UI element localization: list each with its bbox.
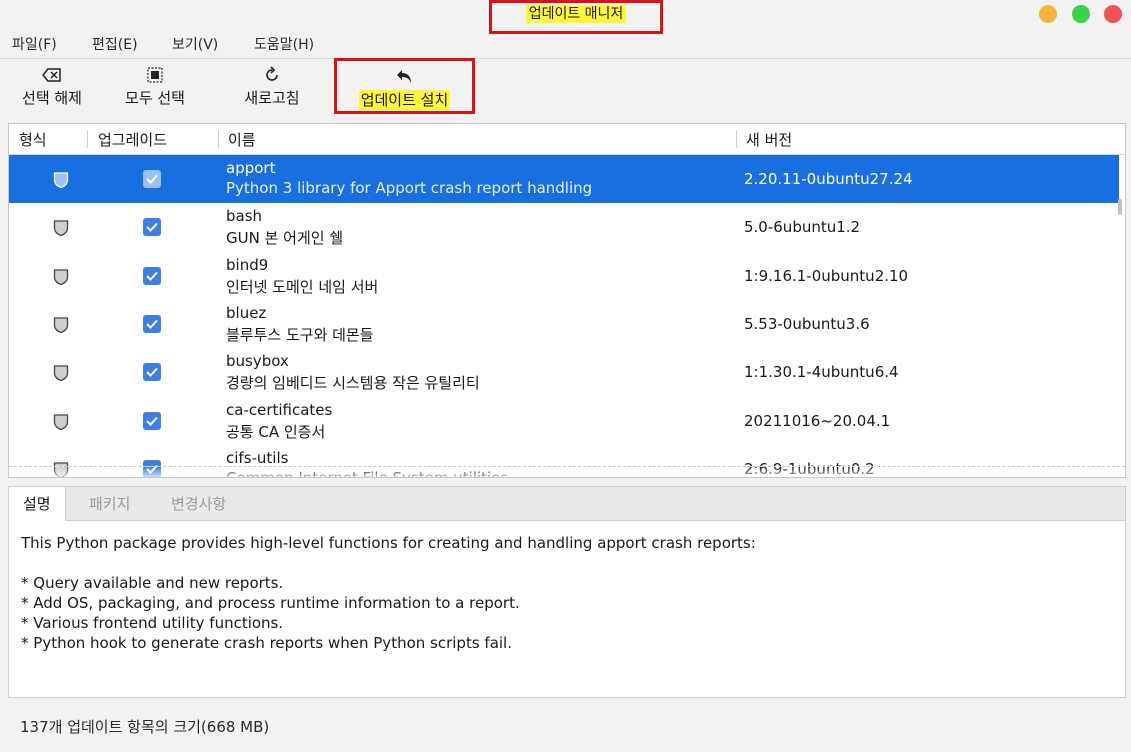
deselect-button[interactable]: 선택 해제	[14, 59, 90, 115]
upgrade-checkbox[interactable]	[143, 170, 161, 188]
refresh-icon	[263, 62, 281, 88]
description-line: * Add OS, packaging, and process runtime…	[21, 594, 520, 612]
select-all-label: 모두 선택	[125, 89, 185, 107]
toolbar: 선택 해제 모두 선택 새로고침	[0, 58, 1131, 119]
table-row[interactable]: bash GUN 본 어게인 쉘 5.0-6ubuntu1.2	[9, 203, 1119, 251]
upgrade-checkbox[interactable]	[143, 411, 161, 430]
upgrade-checkbox[interactable]	[143, 314, 161, 333]
package-name: bluez	[226, 303, 267, 322]
upgrade-checkbox[interactable]	[143, 266, 161, 285]
status-bar: 137개 업데이트 항목의 크기(668 MB)	[20, 718, 270, 736]
security-shield-icon	[53, 364, 69, 386]
select-all-icon	[147, 62, 163, 88]
description-line: This Python package provides high-level …	[21, 534, 756, 552]
clear-icon	[42, 62, 62, 88]
security-shield-icon	[53, 268, 69, 290]
col-separator	[736, 130, 737, 148]
package-description: GUN 본 어게인 쉘	[226, 229, 344, 248]
menu-bar: 파일(F) 편집(E) 보기(V) 도움말(H)	[0, 32, 1131, 56]
close-button[interactable]	[1104, 5, 1122, 23]
package-version: 1:9.16.1-0ubuntu2.10	[744, 266, 909, 285]
description-pane: This Python package provides high-level …	[8, 521, 1126, 698]
security-shield-icon	[53, 219, 69, 241]
table-row[interactable]: ca-certificates 공통 CA 인증서 20211016~20.04.1	[9, 397, 1119, 445]
menu-edit[interactable]: 편집(E)	[92, 34, 138, 54]
description-line: * Query available and new reports.	[21, 574, 284, 592]
package-version: 5.0-6ubuntu1.2	[744, 218, 861, 237]
table-row[interactable]: apport Python 3 library for Apport crash …	[9, 155, 1119, 203]
description-line: ​	[21, 553, 1113, 573]
menu-help[interactable]: 도움말(H)	[254, 34, 314, 54]
package-name: busybox	[226, 352, 289, 371]
package-name: bash	[226, 207, 263, 226]
tab-package[interactable]: 패키지	[75, 487, 144, 521]
install-highlight-box: 업데이트 설치	[334, 58, 475, 114]
minimize-button[interactable]	[1039, 5, 1057, 23]
package-description: 블루투스 도구와 데몬들	[226, 325, 374, 344]
package-version: 5.53-0ubuntu3.6	[744, 314, 870, 333]
package-description: 인터넷 도메인 네임 서버	[226, 277, 379, 296]
description-line: * Python hook to generate crash reports …	[21, 634, 512, 652]
upgrade-checkbox[interactable]	[143, 363, 161, 382]
col-name[interactable]: 이름	[228, 129, 256, 150]
col-separator	[218, 130, 219, 148]
package-version: 2.20.11-0ubuntu27.24	[744, 170, 913, 188]
list-scrollbar[interactable]	[1118, 199, 1122, 215]
refresh-label: 새로고침	[244, 89, 300, 107]
table-row[interactable]: bluez 블루투스 도구와 데몬들 5.53-0ubuntu3.6	[9, 300, 1119, 348]
security-shield-icon	[53, 171, 69, 193]
upgrade-checkbox[interactable]	[143, 218, 161, 237]
tab-description[interactable]: 설명	[9, 487, 66, 521]
list-scroll-edge	[9, 466, 1125, 477]
install-label: 업데이트 설치	[358, 90, 451, 110]
package-description: 공통 CA 인증서	[226, 422, 326, 441]
description-line: * Various frontend utility functions.	[21, 614, 284, 632]
security-shield-icon	[53, 413, 69, 435]
col-upgrade[interactable]: 업그레이드	[98, 129, 167, 150]
package-version: 20211016~20.04.1	[744, 411, 891, 430]
col-new-version[interactable]: 새 버전	[746, 129, 792, 150]
package-name: ca-certificates	[226, 400, 333, 419]
deselect-label: 선택 해제	[22, 89, 82, 107]
security-shield-icon	[53, 316, 69, 338]
menu-view[interactable]: 보기(V)	[172, 34, 218, 54]
list-header: 형식 업그레이드 이름 새 버전	[9, 124, 1125, 155]
package-version: 1:1.30.1-4ubuntu6.4	[744, 363, 899, 382]
title-highlight-box: 업데이트 매니저	[489, 0, 663, 34]
detail-tabs: 설명 패키지 변경사항	[8, 486, 1126, 521]
col-separator	[87, 130, 88, 148]
package-description: Python 3 library for Apport crash report…	[226, 179, 593, 197]
install-updates-button[interactable]: 업데이트 설치	[337, 61, 472, 117]
window-title: 업데이트 매니저	[525, 5, 627, 23]
menu-file[interactable]: 파일(F)	[12, 34, 57, 54]
undo-arrow-icon	[395, 64, 415, 90]
select-all-button[interactable]: 모두 선택	[116, 59, 194, 115]
refresh-button[interactable]: 새로고침	[236, 59, 308, 115]
package-list: 형식 업그레이드 이름 새 버전 apport Python 3 library …	[8, 123, 1126, 478]
tab-changes[interactable]: 변경사항	[157, 487, 240, 521]
package-description: 경량의 임베디드 시스템용 작은 유틸리티	[226, 374, 480, 393]
package-name: bind9	[226, 255, 269, 274]
col-type[interactable]: 형식	[19, 129, 47, 150]
title-bar: 업데이트 매니저	[0, 0, 1131, 34]
package-name: apport	[226, 159, 276, 177]
maximize-button[interactable]	[1072, 5, 1090, 23]
package-name: cifs-utils	[226, 448, 289, 467]
table-row[interactable]: busybox 경량의 임베디드 시스템용 작은 유틸리티 1:1.30.1-4ub…	[9, 348, 1119, 396]
table-row[interactable]: bind9 인터넷 도메인 네임 서버 1:9.16.1-0ubuntu2.10	[9, 252, 1119, 300]
